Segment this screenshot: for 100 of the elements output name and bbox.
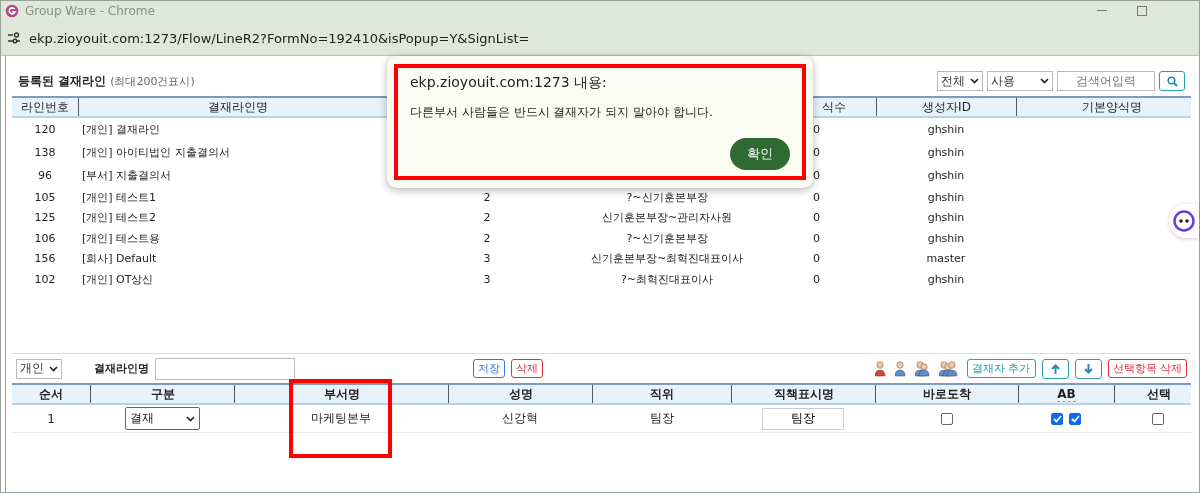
table-cell: ghshin — [927, 272, 965, 286]
minimize-icon — [1097, 10, 1107, 12]
line-name-field[interactable] — [155, 357, 295, 380]
site-settings-icon[interactable] — [7, 32, 21, 44]
table-cell: 0 — [813, 211, 820, 225]
table-cell: 1 — [47, 411, 55, 426]
table-cell: 3 — [483, 252, 491, 266]
column-header: 성명 — [508, 385, 533, 403]
chat-widget-button[interactable] — [1169, 204, 1199, 238]
checkbox[interactable] — [1152, 412, 1164, 425]
table-cell: 106 — [34, 231, 56, 245]
table-cell: ?~신기훈본부장 — [626, 230, 708, 246]
search-button[interactable] — [1159, 71, 1185, 91]
search-icon — [1166, 75, 1178, 87]
column-header: 결재라인명 — [208, 98, 268, 116]
table-cell: 102 — [34, 272, 56, 286]
dialog-message: 다른부서 사람들은 반드시 결재자가 되지 말아야 합니다. — [410, 104, 714, 121]
filter-select[interactable]: 전체 — [937, 71, 983, 91]
section-note: (최대200건표시) — [110, 73, 195, 89]
people-icon[interactable] — [915, 360, 933, 377]
filter-select[interactable]: 사용 — [987, 71, 1053, 91]
type-dropdown[interactable]: 결재 — [124, 407, 200, 430]
table-cell: [개인] 테스트2 — [82, 210, 157, 226]
table-cell: [회사] Default — [82, 251, 157, 267]
column-header: AB — [1057, 386, 1076, 402]
table-cell: ghshin — [927, 231, 965, 245]
table-cell: [부서] 지출결의서 — [82, 168, 172, 183]
table-cell: 96 — [38, 169, 52, 182]
table-cell: 0 — [813, 272, 820, 286]
table-cell: 2 — [483, 190, 491, 204]
table-cell: 0 — [813, 146, 820, 159]
confirm-button[interactable]: 확인 — [730, 138, 790, 170]
search-field[interactable]: 검색어입력 — [1057, 71, 1155, 91]
dialog-title: ekp.zioyouit.com:1273 내용: — [410, 74, 608, 92]
table-cell: [개인] 테스트용 — [82, 230, 161, 246]
checkbox[interactable] — [1051, 412, 1063, 425]
table-cell: 마케팅본부 — [311, 410, 371, 427]
table-cell: ghshin — [927, 169, 965, 182]
table-cell: [개인] 아이티법인 지출결의서 — [82, 145, 230, 160]
column-header: 식수 — [822, 98, 846, 116]
table-cell: ghshin — [927, 211, 965, 225]
table-cell: ?~신기훈본부장 — [626, 189, 708, 205]
delete-button[interactable]: 삭제 — [511, 359, 543, 378]
person-icon[interactable] — [895, 360, 909, 377]
table-cell: 신강혁 — [502, 410, 538, 427]
table-cell: 3 — [483, 272, 491, 286]
column-header: 순서 — [39, 385, 63, 403]
person-icon[interactable] — [875, 360, 889, 377]
table-cell: 120 — [34, 123, 56, 136]
table-cell: 0 — [813, 190, 820, 204]
table-cell: 0 — [813, 169, 820, 182]
chatbot-icon — [1173, 210, 1195, 232]
checkbox[interactable] — [1069, 412, 1081, 425]
address-url[interactable]: ekp.zioyouit.com:1273/Flow/LineR2?FormNo=192410&isPopup=Y&SignList= — [29, 30, 530, 46]
caret-icon — [1040, 78, 1049, 84]
field-label: 결재라인명 — [94, 361, 149, 376]
column-header: 직위 — [650, 385, 674, 403]
column-header: 선택 — [1146, 385, 1171, 403]
column-header: 라인번호 — [21, 98, 69, 116]
table-cell: 2 — [483, 231, 491, 245]
column-header: 생성자ID — [922, 98, 971, 116]
table-cell: [개인] OT상신 — [82, 271, 154, 287]
table-cell: 0 — [813, 231, 820, 245]
people-icon[interactable] — [939, 360, 961, 377]
table-cell: 156 — [34, 252, 56, 266]
section-title: 등록된 결재라인 — [18, 72, 107, 90]
delete-selected-button[interactable]: 선택항목 삭제 — [1107, 359, 1187, 378]
table-cell: 신기훈본부장~관리자사원 — [601, 210, 733, 226]
move-up-button[interactable] — [1041, 358, 1069, 379]
caret-icon — [185, 415, 195, 422]
table-cell: master — [926, 252, 966, 266]
caret-icon — [970, 78, 979, 84]
table-cell: ghshin — [927, 190, 965, 204]
browser-logo-icon — [5, 4, 19, 18]
column-header: 바로도착 — [923, 385, 971, 403]
table-cell: 신기훈본부장~최혁진대표이사 — [590, 251, 744, 267]
arrow-up-icon — [1050, 363, 1060, 374]
table-cell: [개인] 테스트1 — [82, 189, 157, 205]
type-select[interactable]: 개인 — [16, 358, 62, 379]
window-title: Group Ware - Chrome — [25, 4, 156, 18]
arrow-down-icon — [1083, 363, 1093, 374]
move-down-button[interactable] — [1074, 358, 1102, 379]
table-cell: ghshin — [927, 123, 965, 136]
table-cell: 0 — [813, 123, 820, 136]
table-cell: 0 — [813, 252, 820, 266]
title-display-field[interactable]: 팀장 — [762, 407, 844, 430]
table-cell: [개인] 결재라인 — [82, 122, 161, 137]
checkbox[interactable] — [940, 412, 953, 425]
table-cell: 125 — [34, 211, 56, 225]
table-cell: 2 — [483, 211, 491, 225]
caret-icon — [49, 365, 58, 372]
table-cell: 팀장 — [649, 410, 674, 427]
column-header: 기본양식명 — [1081, 98, 1142, 116]
table-cell: 138 — [34, 146, 56, 159]
column-header: 구분 — [150, 385, 175, 403]
table-cell: ?~최혁진대표이사 — [620, 271, 714, 287]
save-button[interactable]: 저장 — [473, 359, 505, 378]
table-cell: ghshin — [927, 146, 965, 159]
column-header: 직책표시명 — [773, 385, 834, 403]
maximize-icon — [1137, 6, 1147, 16]
